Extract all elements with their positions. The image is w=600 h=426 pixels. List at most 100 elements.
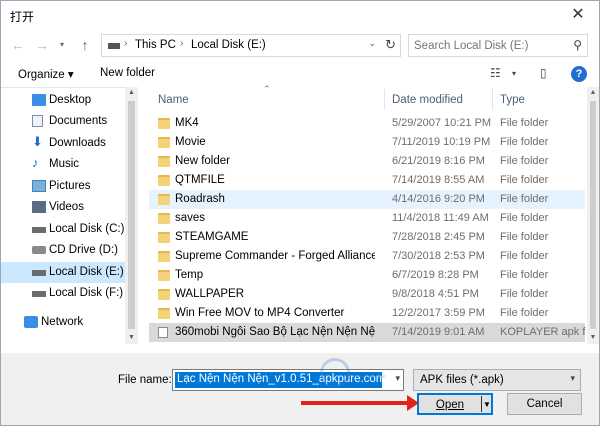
file-type: KOPLAYER apk file (500, 326, 586, 338)
file-type: File folder (500, 250, 549, 262)
file-row[interactable]: Win Free MOV to MP4 Converter 12/2/2017 … (149, 304, 585, 323)
file-row[interactable]: Supreme Commander - Forged Alliance 7/30… (149, 247, 585, 266)
file-type: File folder (500, 193, 549, 205)
folder-icon (158, 137, 170, 148)
help-icon[interactable]: ? (571, 66, 587, 82)
file-type-select[interactable]: APK files (*.apk) ▾ (413, 369, 581, 391)
scroll-down-icon[interactable]: ▼ (125, 332, 138, 344)
sidebar-item-label: Documents (49, 115, 108, 127)
file-date: 6/21/2019 8:16 PM (392, 155, 485, 167)
file-name-field[interactable]: Lạc Nện Nện Nện_v1.0.51_apkpure.com.apk … (172, 369, 404, 391)
videos-icon (32, 201, 46, 213)
address-dropdown-icon[interactable]: ⌄ (368, 38, 376, 49)
sidebar-item-label: Videos (49, 201, 84, 213)
file-name-dropdown-icon[interactable]: ▾ (395, 373, 400, 384)
breadcrumb-local-disk[interactable]: Local Disk (E:) (191, 39, 266, 51)
new-folder-button[interactable]: New folder (100, 67, 155, 79)
file-row[interactable]: Temp 6/7/2019 8:28 PM File folder (149, 266, 585, 285)
navigation-row: ← → ▾ ↑ › This PC › Local Disk (E:) ⌄ ↻ … (1, 31, 599, 59)
sidebar-item-pictures[interactable]: Pictures (1, 176, 125, 197)
music-icon: ♪ (32, 155, 39, 170)
file-date: 4/14/2016 9:20 PM (392, 193, 485, 205)
file-row[interactable]: MK4 5/29/2007 10:21 PM File folder (149, 114, 585, 133)
back-arrow-icon[interactable]: ← (9, 35, 27, 55)
file-name: STEAMGAME (175, 231, 249, 243)
cd-drive-icon (32, 246, 46, 254)
split-divider (481, 396, 482, 412)
view-dropdown-icon[interactable]: ▾ (512, 69, 516, 78)
sidebar-item-downloads[interactable]: ⬇ Downloads (1, 133, 125, 154)
open-button[interactable]: Open ▼ (417, 393, 493, 415)
scroll-up-icon[interactable]: ▲ (587, 87, 599, 99)
file-row[interactable]: STEAMGAME 7/28/2018 2:45 PM File folder (149, 228, 585, 247)
open-dropdown-icon[interactable]: ▼ (483, 395, 491, 415)
drive-icon (32, 227, 46, 233)
file-row[interactable]: saves 11/4/2018 11:49 AM File folder (149, 209, 585, 228)
file-date: 9/8/2018 4:51 PM (392, 288, 479, 300)
sidebar-item-videos[interactable]: Videos (1, 197, 125, 218)
command-bar: Organize ▾ New folder ☷ ▾ ▯ ? (1, 61, 599, 87)
file-type: File folder (500, 117, 549, 129)
breadcrumb-this-pc[interactable]: This PC (135, 39, 176, 51)
file-list: ⌃ Name Date modified Type MK4 5/29/2007 … (149, 84, 587, 344)
column-divider[interactable] (384, 89, 385, 110)
folder-icon (158, 156, 170, 167)
close-icon[interactable]: ✕ (565, 4, 591, 26)
preview-pane-icon[interactable]: ▯ (540, 66, 547, 80)
file-list-scrollbar[interactable]: ▲ ▼ (587, 87, 599, 344)
sidebar-item-cd-drive-d[interactable]: CD Drive (D:) (1, 240, 125, 261)
sidebar-item-desktop[interactable]: Desktop (1, 90, 125, 111)
annotation-arrow-icon (407, 395, 419, 411)
sidebar-item-network[interactable]: Network (1, 312, 125, 333)
scroll-down-icon[interactable]: ▼ (587, 332, 599, 344)
scrollbar-thumb[interactable] (590, 101, 596, 329)
sidebar-item-local-disk-c[interactable]: Local Disk (C:) (1, 219, 125, 240)
file-row[interactable]: QTMFILE 7/14/2019 8:55 AM File folder (149, 171, 585, 190)
file-row[interactable]: 360mobi Ngôi Sao Bộ Lạc Nện Nện Nện_... … (149, 323, 586, 342)
column-header-name[interactable]: Name (158, 94, 189, 106)
scrollbar-thumb[interactable] (128, 101, 135, 329)
file-date: 7/14/2019 8:55 AM (392, 174, 485, 186)
file-type: File folder (500, 269, 549, 281)
file-type-dropdown-icon[interactable]: ▾ (570, 373, 575, 384)
file-row[interactable]: New folder 6/21/2019 8:16 PM File folder (149, 152, 585, 171)
column-divider[interactable] (492, 89, 493, 110)
sidebar-item-documents[interactable]: Documents (1, 111, 125, 132)
apk-file-icon (158, 327, 168, 338)
address-bar[interactable]: › This PC › Local Disk (E:) ⌄ ↻ (101, 34, 401, 57)
sidebar-item-local-disk-e[interactable]: Local Disk (E:) (1, 262, 125, 283)
file-row[interactable]: Roadrash 4/14/2016 9:20 PM File folder (149, 190, 585, 209)
folder-icon (158, 213, 170, 224)
column-header-type[interactable]: Type (500, 94, 525, 106)
folder-icon (158, 175, 170, 186)
file-name: Win Free MOV to MP4 Converter (175, 307, 345, 319)
recent-dropdown-icon[interactable]: ▾ (53, 35, 71, 55)
folder-icon (158, 289, 170, 300)
search-box[interactable]: ⚲ (408, 34, 588, 57)
column-header-date[interactable]: Date modified (392, 94, 463, 106)
refresh-icon[interactable]: ↻ (385, 37, 396, 53)
navigation-scrollbar[interactable]: ▲ ▼ (125, 87, 138, 344)
file-row[interactable]: Movie 7/11/2019 10:19 PM File folder (149, 133, 585, 152)
cancel-button[interactable]: Cancel (507, 393, 582, 415)
folder-icon (158, 251, 170, 262)
organize-button[interactable]: Organize ▾ (18, 67, 74, 81)
pictures-icon (32, 180, 46, 192)
file-name: saves (175, 212, 206, 224)
desktop-icon (32, 94, 46, 106)
file-row[interactable]: WALLPAPER 9/8/2018 4:51 PM File folder (149, 285, 585, 304)
forward-arrow-icon[interactable]: → (33, 35, 51, 55)
scroll-up-icon[interactable]: ▲ (125, 87, 138, 99)
folder-icon (158, 308, 170, 319)
sidebar-item-music[interactable]: ♪ Music (1, 154, 125, 175)
sidebar-item-local-disk-f[interactable]: Local Disk (F:) (1, 283, 125, 304)
view-options-icon[interactable]: ☷ (490, 66, 501, 80)
search-input[interactable] (414, 38, 564, 53)
file-type-value: APK files (*.apk) (420, 374, 504, 386)
file-date: 12/2/2017 3:59 PM (392, 307, 485, 319)
up-arrow-icon[interactable]: ↑ (76, 35, 94, 55)
file-name-input[interactable]: Lạc Nện Nện Nện_v1.0.51_apkpure.com.apk (175, 372, 382, 388)
file-date: 7/14/2019 9:01 AM (392, 326, 485, 338)
sidebar-item-label: Downloads (49, 137, 106, 149)
folder-icon (158, 118, 170, 129)
